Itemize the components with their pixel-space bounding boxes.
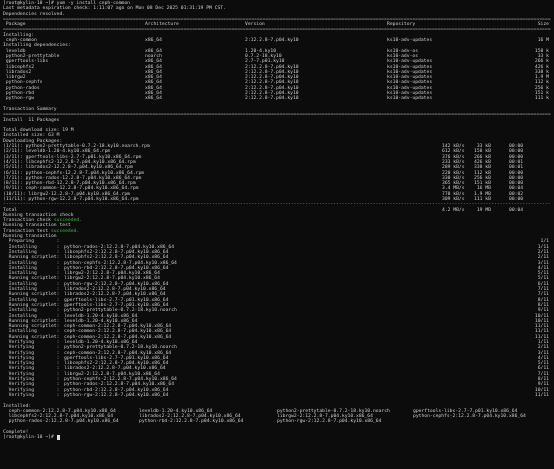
transaction-steps: Preparing :1/1 Installing : python-rados-… (3, 239, 551, 398)
transaction-status: Running transaction check Transaction che… (3, 213, 551, 239)
dependency-list: leveldb x86_64 1.20-4.ky10 ks10-adv-os 158 k… (3, 49, 551, 102)
header-architecture: Architecture (145, 22, 179, 28)
transaction-summary-title: Transaction Summary (3, 106, 57, 112)
download-file: (11/11): python-rgw-12.2.8-7.p04.ky10.x8… (3, 196, 139, 202)
download-row: (11/11): python-rgw-12.2.8-7.p04.ky10.x8… (3, 197, 551, 202)
terminal-window[interactable]: [root@kylin-10 ~]# yum -y install ceph-c… (0, 0, 554, 469)
header-size: Size (537, 22, 549, 28)
download-list: (1/11): python2-prettytable-0.7.2-18.ky1… (3, 144, 551, 202)
status-text: Running transaction test (3, 223, 71, 229)
download-speed: 309 kB/s (442, 196, 465, 202)
text-cursor (56, 435, 60, 441)
download-size: 111 kB (474, 196, 491, 202)
final-prompt-line[interactable]: [root@kylin-10 ~]# (3, 435, 551, 441)
header-version: Version (245, 22, 265, 28)
header-repository: Repository (387, 22, 416, 28)
shell-prompt: [root@kylin-10 ~]# (3, 435, 57, 441)
download-time: 00:00 (509, 196, 524, 202)
installed-list: ceph-common-2:12.2.8-7.p04.ky10.x86_64 le… (3, 409, 551, 425)
package-table-header: Package Architecture Version Repository … (3, 22, 551, 27)
header-package: Package (3, 22, 26, 28)
deps-resolved-line: Dependencies resolved. (3, 11, 66, 17)
